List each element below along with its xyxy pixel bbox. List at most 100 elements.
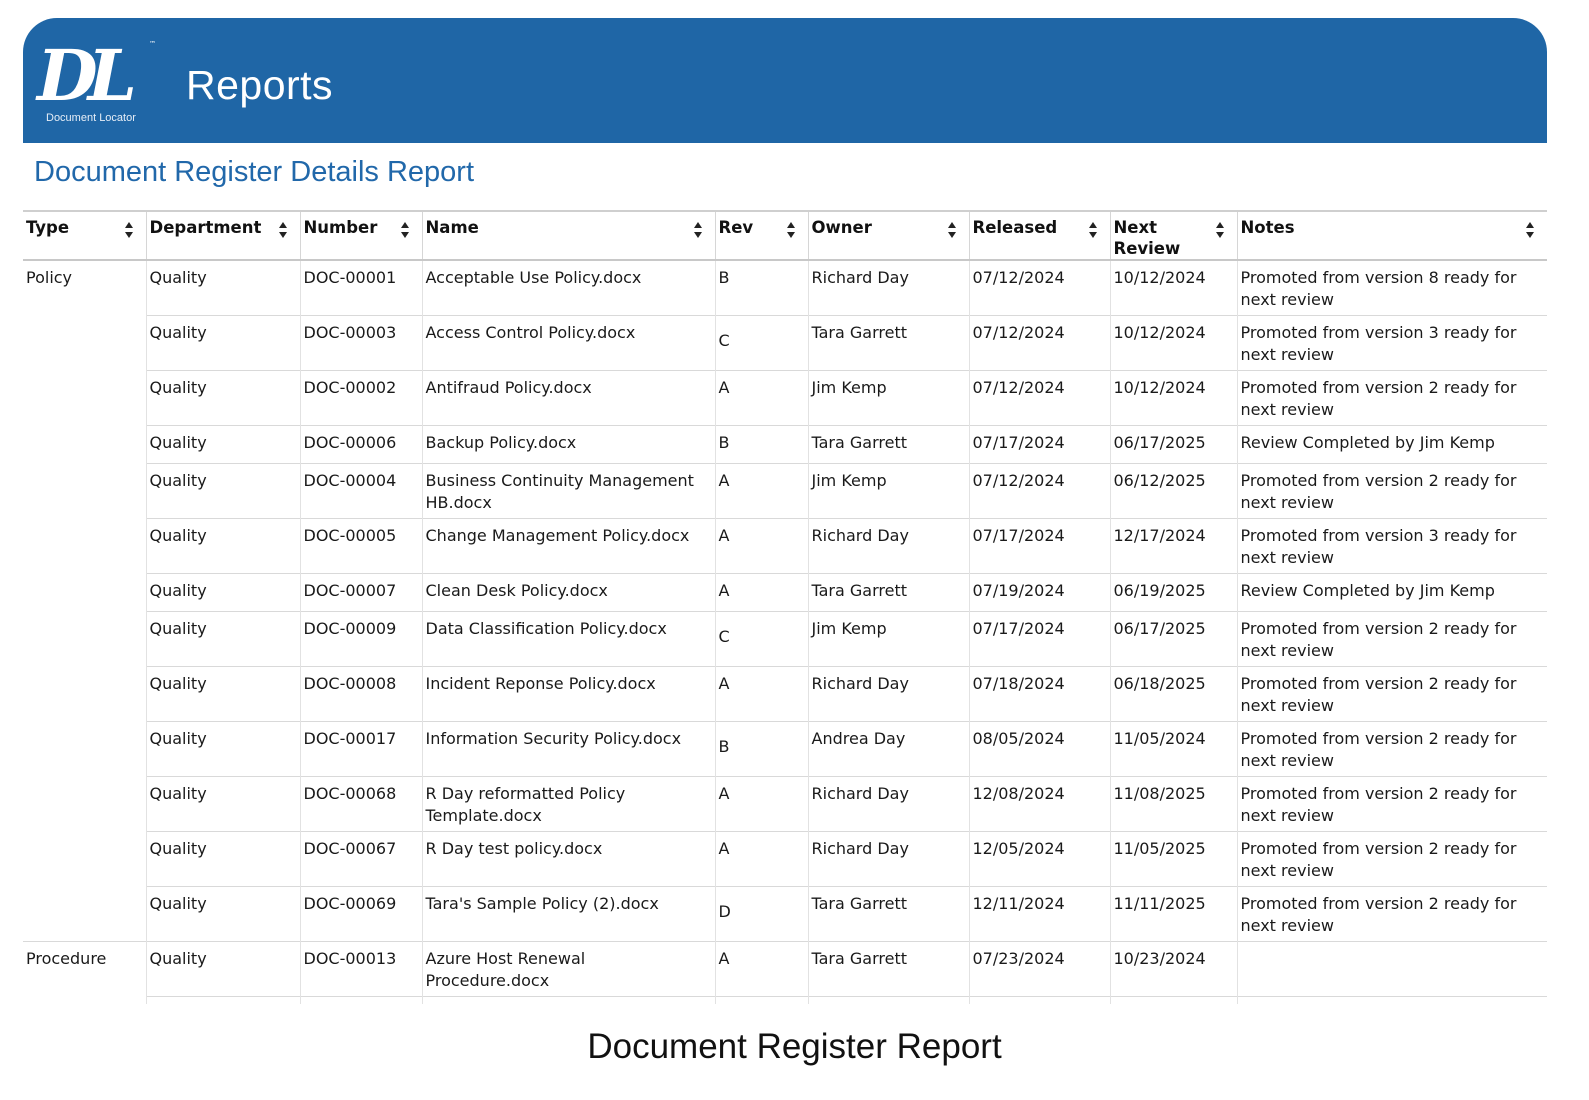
cell-type [23,573,147,612]
cell-rev: D [715,886,809,942]
cell-department: Quality [146,315,301,371]
cell-owner: Jim Kemp [808,463,970,519]
cell-owner: Tara Garrett [808,573,970,612]
cell-rev [715,996,809,1004]
cell-number: DOC-00017 [300,721,423,777]
sort-icon[interactable] [1525,220,1535,240]
sort-icon[interactable] [124,220,134,240]
cell-next-review: 10/12/2024 [1110,259,1238,316]
cell-notes: Promoted from version 2 ready for next r… [1237,370,1547,426]
cell-released: 07/23/2024 [969,941,1111,997]
cell-released: 07/18/2024 [969,996,1111,1004]
cell-number: DOC-00007 [300,573,423,612]
column-header-next-review[interactable]: Next Review [1110,212,1238,260]
cell-notes: Promoted from version 2 ready for next r… [1237,611,1547,667]
cell-next-review: 12/17/2024 [1110,518,1238,574]
column-header-rev[interactable]: Rev [715,212,809,260]
cell-owner: Richard Day [808,518,970,574]
cell-type: Policy [23,259,147,316]
column-header-type[interactable]: Type [23,212,147,260]
column-header-label: Owner [811,218,872,237]
sort-icon[interactable] [1215,220,1225,240]
cell-name: Access Control Policy.docx [422,315,716,371]
cell-department: Quality [146,425,301,464]
cell-name: Clean Desk Policy.docx [422,573,716,612]
cell-notes: Promoted from version 2 ready for next r… [1237,776,1547,832]
cell-type [23,666,147,722]
cell-type [23,425,147,464]
column-header-notes[interactable]: Notes [1237,212,1547,260]
column-header-label: Department [149,218,262,237]
sort-icon[interactable] [1088,220,1098,240]
cell-type [23,611,147,667]
table-row[interactable]: Quality DOC-00002 Antifraud Policy.docx A Ji… [23,370,1547,426]
table-row[interactable]: Quality DOC-00008 Incident Reponse Policy.… [23,666,1547,722]
cell-next-review: 10/18/2024 [1110,996,1238,1004]
cell-released: 12/08/2024 [969,776,1111,832]
trademark-symbol: ™ [149,40,156,48]
cell-next-review: 06/12/2025 [1110,463,1238,519]
cell-released: 07/12/2024 [969,315,1111,371]
cell-notes: Promoted from version 2 ready for next r… [1237,463,1547,519]
table-row[interactable]: Quality DOC-00006 Backup Policy.docx B Tara … [23,425,1547,464]
table-row[interactable]: Quality DOC-00069 Tara's Sample Policy (2)… [23,886,1547,942]
logo-mark: DL [37,34,137,117]
cell-type [23,463,147,519]
table-row[interactable]: Quality DOC-00067 R Day test policy.docx A R… [23,831,1547,887]
cell-notes: Promoted from version 2 ready for next r… [1237,721,1547,777]
table-header-row: Type Department Number Name Rev Owner Released… [23,212,1547,260]
report-table: Type Department Number Name Rev Owner Released… [23,212,1547,1004]
cell-department: Quality [146,666,301,722]
cell-notes: Promoted from version 2 ready for next r… [1237,886,1547,942]
sort-icon[interactable] [400,220,410,240]
cell-owner: Richard Day [808,666,970,722]
cell-rev: C [715,611,809,667]
cell-department: Quality [146,463,301,519]
column-header-name[interactable]: Name [422,212,716,260]
table-row[interactable]: Quality DOC-00009 Data Classification Poli… [23,611,1547,667]
cell-released: 08/05/2024 [969,721,1111,777]
column-header-released[interactable]: Released [969,212,1111,260]
cell-rev: A [715,941,809,997]
table-row[interactable]: Quality DOC-00007 Clean Desk Policy.docx A T… [23,573,1547,612]
table-row[interactable]: Quality DOC-00005 Change Management Policy… [23,518,1547,574]
cell-next-review: 10/12/2024 [1110,315,1238,371]
cell-rev: B [715,721,809,777]
cell-name: Change Management Policy.docx [422,518,716,574]
cell-name: Incident Reponse Policy.docx [422,666,716,722]
table-row[interactable]: Procedure Quality DOC-00013 Azure Host Rene… [23,941,1547,997]
cell-department: Quality [146,370,301,426]
cell-next-review: 11/05/2025 [1110,831,1238,887]
cell-owner: Tara Garrett [808,425,970,464]
column-header-department[interactable]: Department [146,212,301,260]
table-row[interactable]: Quality DOC-00017 Information Security Pol… [23,721,1547,777]
cell-department: Quality [146,996,301,1004]
cell-department: Quality [146,259,301,316]
cell-rev: A [715,776,809,832]
sort-icon[interactable] [278,220,288,240]
report-table-container: Type Department Number Name Rev Owner Released… [23,210,1547,1004]
cell-next-review: 10/23/2024 [1110,941,1238,997]
column-header-number[interactable]: Number [300,212,423,260]
cell-notes: Promoted from version 2 ready for next r… [1237,831,1547,887]
sort-icon[interactable] [947,220,957,240]
cell-notes [1237,941,1547,997]
table-row[interactable]: Quality DOC-00068 R Day reformatted Policy… [23,776,1547,832]
cell-next-review: 06/18/2025 [1110,666,1238,722]
cell-owner: Jim Kemp [808,611,970,667]
table-row[interactable]: Quality DOC-00004 Business Continuity Mana… [23,463,1547,519]
sort-icon[interactable] [786,220,796,240]
table-row[interactable]: Quality DOC-00003 Access Control Policy.do… [23,315,1547,371]
cell-owner: Richard Day [808,776,970,832]
cell-number: DOC-00001 [300,259,423,316]
sort-icon[interactable] [693,220,703,240]
table-row[interactable]: Policy Quality DOC-00001 Acceptable Use Pol… [23,259,1547,316]
cell-next-review: 06/17/2025 [1110,611,1238,667]
cell-department: Quality [146,518,301,574]
cell-released: 07/17/2024 [969,425,1111,464]
cell-name: Business Continuity Management HB.docx [422,463,716,519]
column-header-owner[interactable]: Owner [808,212,970,260]
table-row[interactable]: QualityDOC-00010Change Management Jim Kem… [23,996,1547,1004]
cell-next-review: 11/05/2024 [1110,721,1238,777]
cell-notes: Promoted from version 8 ready for next r… [1237,259,1547,316]
